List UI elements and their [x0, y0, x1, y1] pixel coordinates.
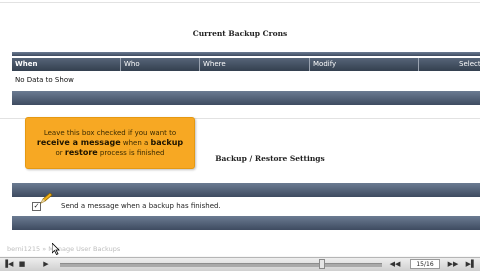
stop-icon[interactable]: ■ — [16, 260, 28, 269]
play-icon[interactable]: ▶ — [40, 260, 52, 269]
column-header-who[interactable]: Who — [121, 58, 200, 71]
column-header-where[interactable]: Where — [200, 58, 310, 71]
pencil-icon — [40, 193, 53, 204]
top-divider — [0, 2, 480, 3]
send-message-label: Send a message when a backup has finishe… — [61, 202, 221, 210]
crons-table-topbar — [12, 52, 480, 56]
progress-track[interactable] — [60, 263, 382, 267]
settings-table-footer — [12, 216, 480, 230]
tooltip-line-1: Leave this box checked if you want to — [43, 129, 177, 137]
settings-row: ✓ Send a message when a backup has finis… — [12, 199, 480, 213]
video-player-bar: ▐◀ ■ ▶ ◀◀ 15/16 ▶▶ ▶▌ — [0, 257, 480, 271]
empty-table-message: No Data to Show — [15, 76, 74, 84]
previous-slide-icon[interactable]: ◀◀ — [388, 260, 402, 269]
settings-table-header — [12, 183, 480, 197]
rewind-to-start-icon[interactable]: ▐◀ — [2, 260, 14, 269]
faded-breadcrumb: berni1215 » Manage User Backups — [7, 245, 121, 253]
column-header-when[interactable]: When — [12, 58, 121, 71]
mouse-cursor-icon — [52, 243, 60, 255]
settings-section-title: Backup / Restore Settings — [215, 154, 325, 163]
slide-counter: 15/16 — [410, 259, 440, 269]
crons-table-header: When Who Where Modify Select — [12, 58, 480, 71]
crons-section-title: Current Backup Crons — [192, 29, 288, 38]
next-slide-icon[interactable]: ▶▶ — [446, 260, 460, 269]
skip-to-end-icon[interactable]: ▶▌ — [464, 260, 478, 269]
column-header-select[interactable]: Select — [419, 58, 480, 71]
tooltip-line-2: receive a message when a backup — [36, 138, 184, 147]
content-frame: Current Backup Crons When Who Where Modi… — [0, 0, 480, 256]
crons-table-footer — [12, 91, 480, 105]
column-header-modify[interactable]: Modify — [310, 58, 419, 71]
progress-handle[interactable] — [319, 259, 325, 269]
